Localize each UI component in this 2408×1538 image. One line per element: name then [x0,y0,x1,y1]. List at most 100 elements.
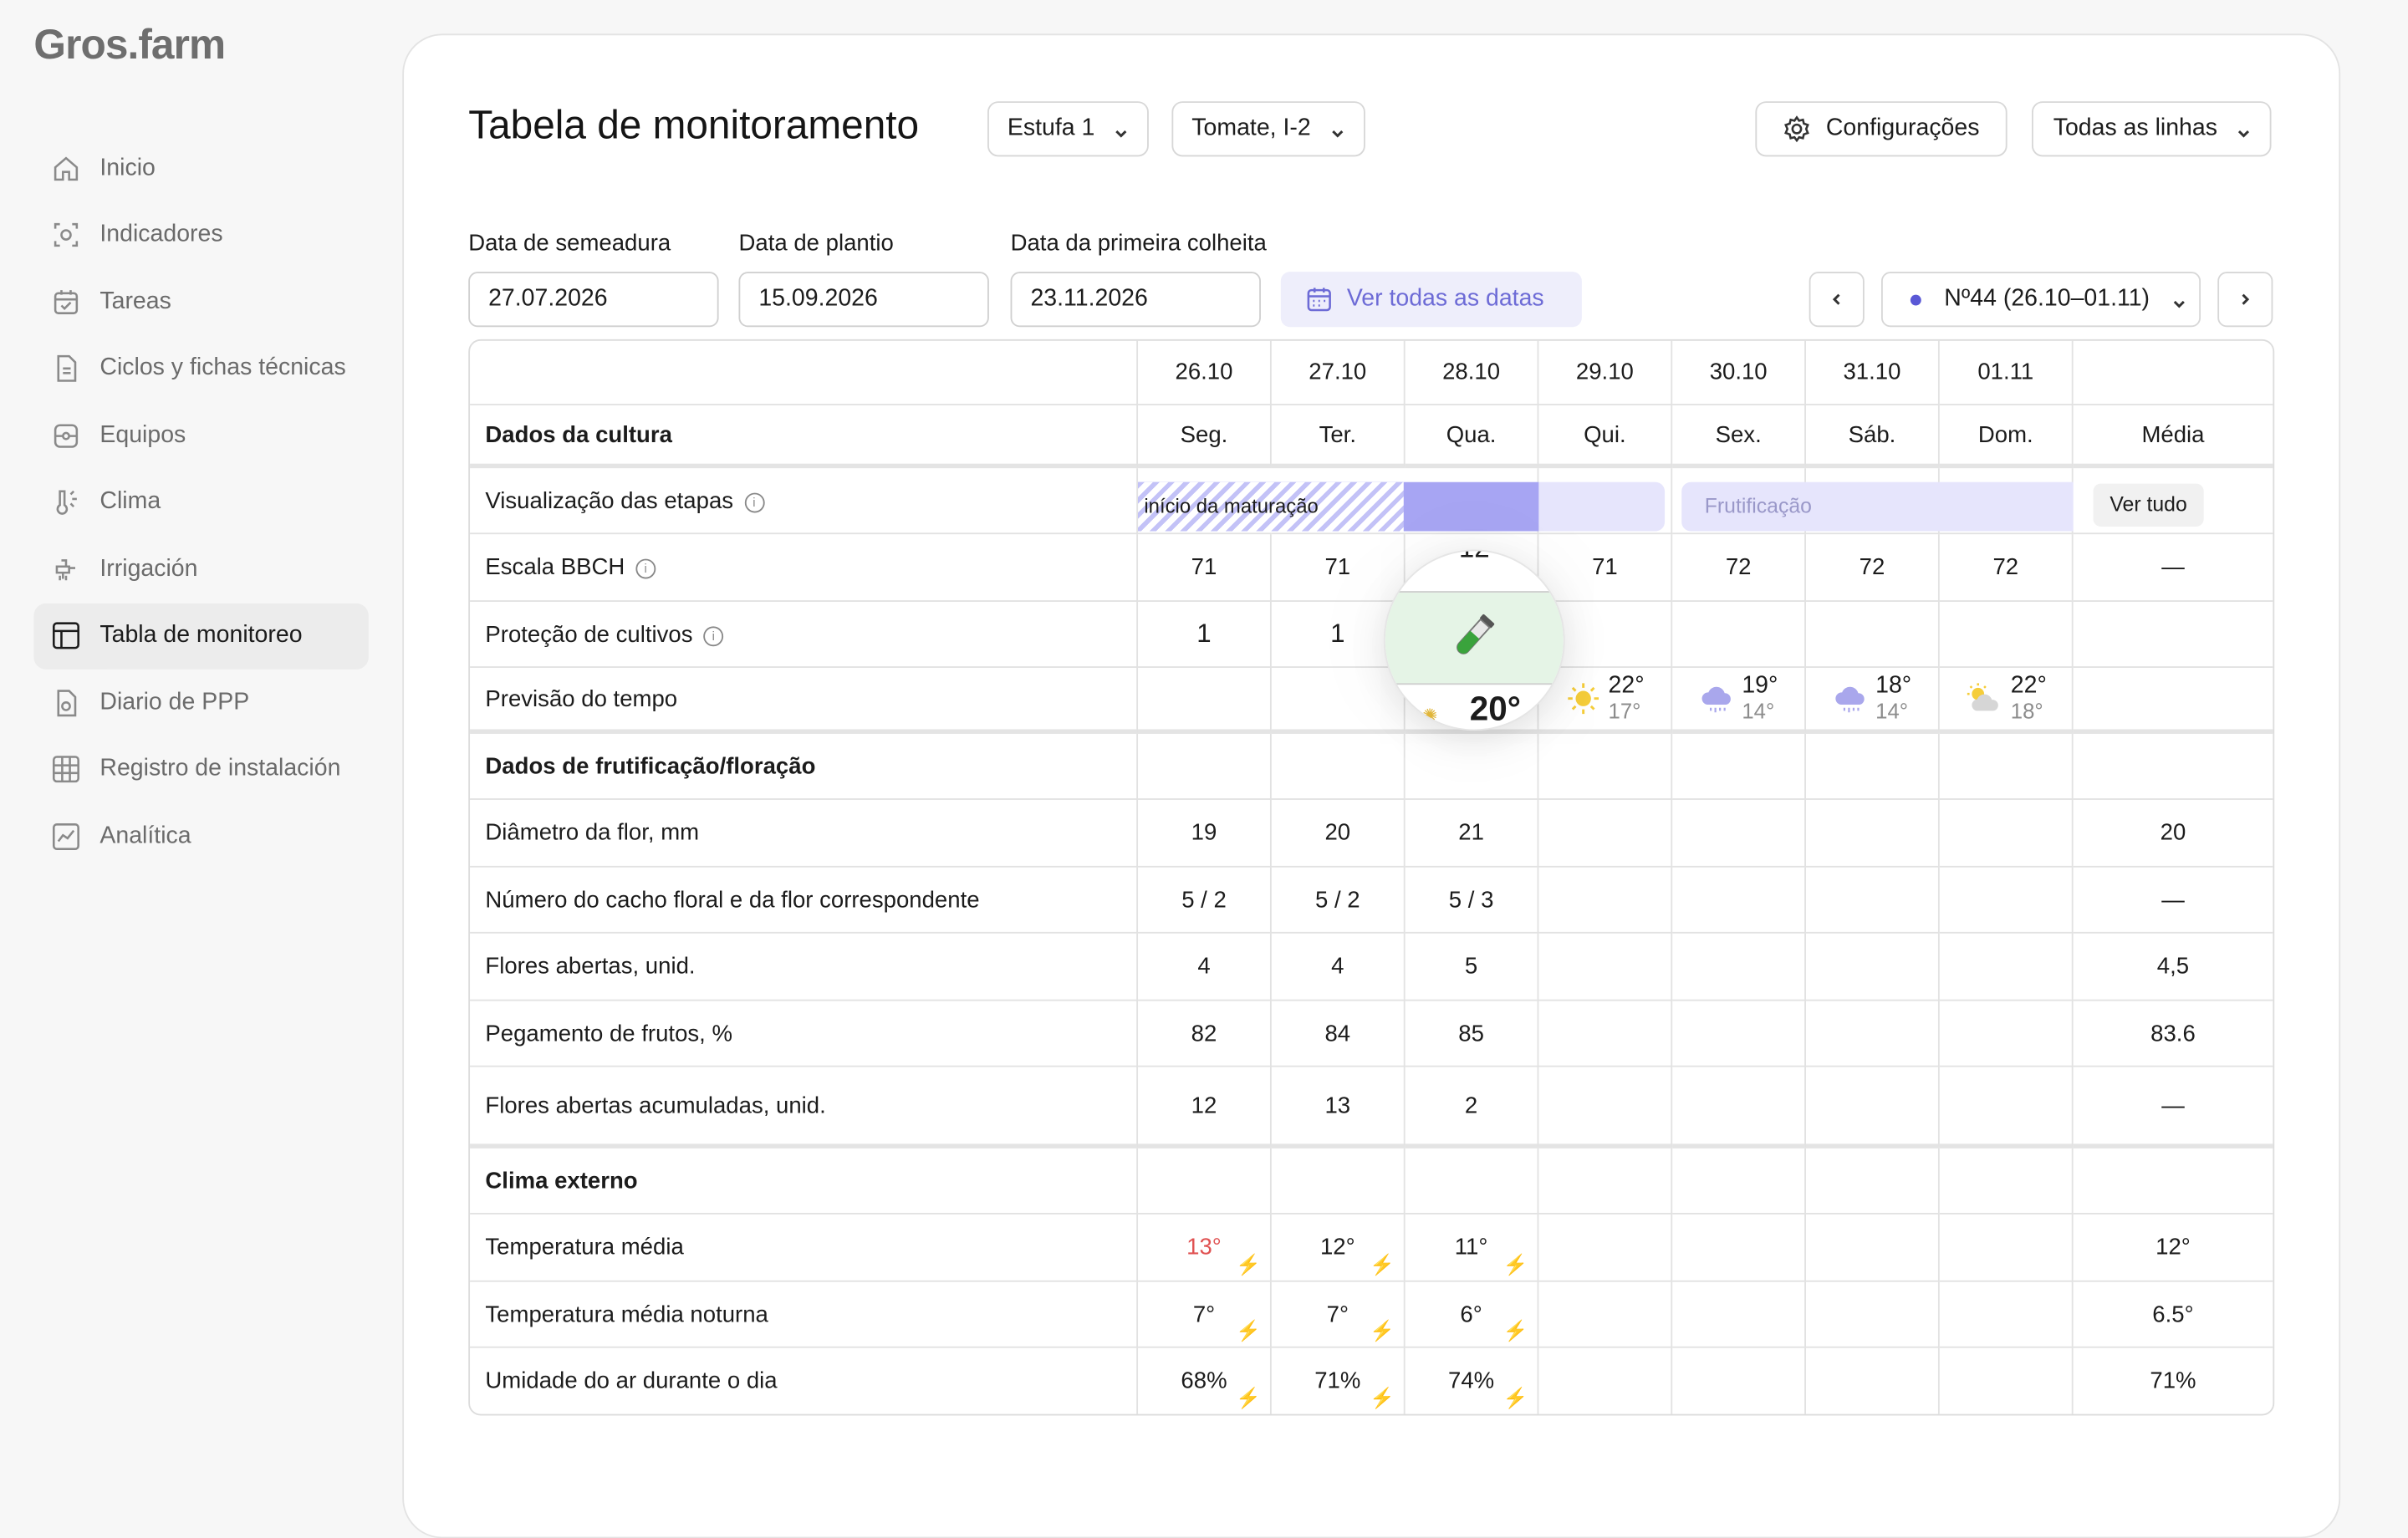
sidebar-item-label: Clima [99,488,161,515]
cell-magnifier[interactable]: 12 20° ✺ [1383,549,1565,731]
table-cell[interactable]: 5 / 2 [1138,867,1272,934]
table-cell[interactable]: 5 / 3 [1405,867,1539,934]
table-cell[interactable]: 20 [1271,799,1406,868]
table-cell[interactable] [1538,1001,1673,1067]
table-cell[interactable] [1940,1347,2074,1414]
table-cell[interactable] [1538,1347,1673,1414]
table-cell[interactable] [1806,1347,1940,1414]
table-cell[interactable]: 13 [1271,1067,1406,1148]
device-icon [49,419,83,452]
table-cell[interactable] [1939,602,2074,668]
sidebar-item-inicio[interactable]: Inicio [33,135,368,202]
table-cell[interactable] [1538,867,1673,934]
table-cell[interactable]: 72 [1806,534,1940,602]
sidebar-item-ciclos[interactable]: Ciclos y fichas técnicas [33,335,368,402]
stage-bar-fruiting[interactable]: Frutificação [1681,481,2074,532]
table-cell[interactable] [1672,933,1806,1001]
sidebar-item-label: Irrigación [99,555,198,582]
table-cell[interactable]: 82 [1138,1001,1272,1067]
view-all-dates-button[interactable]: Ver todas as datas [1280,272,1582,328]
table-cell[interactable]: 72 [1672,534,1806,602]
planting-date-field[interactable]: 15.09.2026 [738,272,989,328]
table-cell[interactable]: 71% ⚡ [1272,1347,1406,1414]
table-cell[interactable] [1672,867,1806,934]
table-cell[interactable] [1939,1067,2074,1148]
lines-select[interactable]: Todas as linhas [2032,101,2272,157]
sidebar-item-diario[interactable]: Diario de PPP [33,670,368,736]
table-cell[interactable]: 7° ⚡ [1138,1281,1272,1348]
table-cell[interactable]: 7° ⚡ [1271,1281,1406,1348]
table-cell[interactable] [1672,1347,1806,1414]
table-cell[interactable] [1939,867,2074,934]
table-cell[interactable] [1538,1067,1673,1148]
table-cell[interactable]: 4 [1271,933,1406,1001]
brand-logo[interactable]: Gros.farm [33,22,226,69]
week-select[interactable]: Nº44 (26.10–01.11) [1881,272,2201,328]
sidebar-item-analitica[interactable]: Analítica [33,803,368,870]
table-cell[interactable]: 6° ⚡ [1405,1281,1539,1348]
table-cell[interactable] [1806,1214,1940,1282]
table-cell[interactable]: 13° ⚡ [1138,1214,1272,1282]
table-cell[interactable]: 68% ⚡ [1138,1347,1272,1414]
table-cell[interactable]: 5 / 2 [1271,867,1406,934]
sidebar-item-equipos[interactable]: Equipos [33,402,368,469]
table-cell[interactable]: 12° ⚡ [1271,1214,1406,1282]
table-cell[interactable] [1806,1067,1940,1148]
greenhouse-select[interactable]: Estufa 1 [987,101,1149,157]
table-cell[interactable] [1939,1281,2074,1348]
sidebar-item-irrigacion[interactable]: Irrigación [33,536,368,603]
table-cell[interactable]: 1 [1138,602,1272,668]
table-cell[interactable]: 12 [1138,1067,1272,1148]
info-icon[interactable]: i [703,625,724,646]
table-cell[interactable] [1806,602,1940,668]
stage-bar-maturation[interactable]: início da maturação [1138,481,1539,532]
table-cell[interactable]: 2 [1405,1067,1539,1148]
table-cell[interactable]: 74% ⚡ [1406,1347,1539,1414]
sidebar-item-monitoreo[interactable]: Tabla de monitoreo [33,602,369,670]
table-cell[interactable] [1672,1067,1806,1148]
table-cell[interactable]: 21 [1405,799,1539,868]
table-cell[interactable] [1939,933,2074,1001]
table-cell[interactable] [1538,1281,1673,1348]
table-cell[interactable]: 84 [1271,1001,1406,1067]
table-cell[interactable] [1806,799,1940,868]
table-cell[interactable]: 85 [1405,1001,1539,1067]
table-cell[interactable] [1806,1001,1940,1067]
table-cell[interactable] [1672,799,1806,868]
sidebar-item-clima[interactable]: Clima [33,469,368,536]
next-week-button[interactable] [2217,272,2273,328]
table-cell[interactable] [1806,1281,1940,1348]
harvest-date-field[interactable]: 23.11.2026 [1010,272,1261,328]
view-all-stages-button[interactable]: Ver tudo [2093,483,2204,527]
sowing-date-field[interactable]: 27.07.2026 [468,272,719,328]
settings-button[interactable]: Configurações [1755,101,2008,157]
prev-week-button[interactable] [1809,272,1865,328]
info-icon[interactable]: i [635,558,656,579]
table-cell[interactable] [1672,1001,1806,1067]
sidebar-item-label: Registro de instalación [99,756,341,782]
table-cell[interactable]: 71 [1138,534,1272,602]
table-cell[interactable] [1672,602,1806,668]
table-cell[interactable] [1806,867,1940,934]
info-icon[interactable]: i [743,491,764,512]
sidebar-item-registro[interactable]: Registro de instalación [33,736,368,803]
table-cell[interactable] [1538,799,1673,868]
table-cell[interactable]: 5 [1405,933,1539,1001]
sidebar-item-indicadores[interactable]: Indicadores [33,202,368,269]
table-cell[interactable] [1939,1214,2074,1282]
partly-cloudy-icon [1967,683,1999,711]
table-cell[interactable] [1672,1214,1806,1282]
table-cell[interactable]: 72 [1939,534,2074,602]
table-cell[interactable] [1672,1281,1806,1348]
table-cell[interactable] [1538,1214,1673,1282]
table-cell[interactable] [1806,933,1940,1001]
crop-select[interactable]: Tomate, I-2 [1171,101,1365,157]
table-cell[interactable] [1939,1001,2074,1067]
table-cell[interactable]: 19 [1138,799,1272,868]
table-cell[interactable] [1939,799,2074,868]
sidebar-item-tareas[interactable]: Tareas [33,268,368,335]
table-cell[interactable]: 4 [1138,933,1272,1001]
table-cell[interactable]: 11° ⚡ [1405,1214,1539,1282]
table-cell[interactable] [1538,933,1673,1001]
table-cell [1806,733,1940,800]
